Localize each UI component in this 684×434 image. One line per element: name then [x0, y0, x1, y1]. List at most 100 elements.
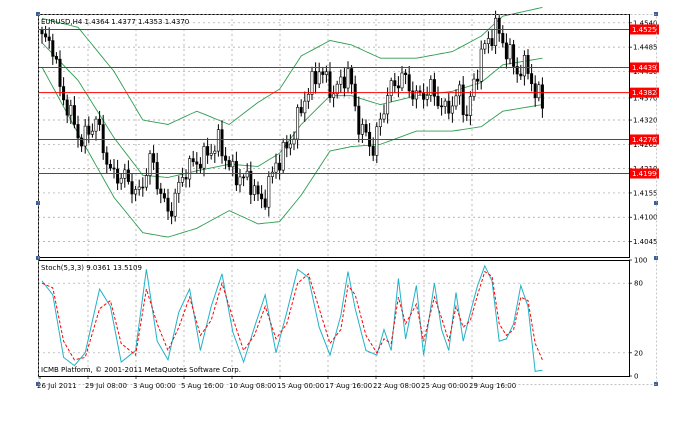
time-tick-label: 5 Aug 16:00 [181, 382, 224, 390]
candle-body [422, 92, 426, 100]
candle-body [512, 44, 516, 67]
candle-body [242, 176, 246, 179]
candle-body [130, 181, 134, 195]
price-level-tag-label: 1.4382 [632, 89, 657, 97]
candle-body [94, 118, 98, 132]
candle-body [479, 48, 483, 82]
candle-body [137, 186, 141, 190]
candle-body [310, 71, 314, 95]
candle-body [155, 162, 159, 190]
candle-body [119, 177, 123, 184]
stoch-pane-title: Stoch(5,3,3) 9.0361 13.5109 [41, 264, 142, 272]
candle-body [144, 175, 148, 188]
candle-body [432, 79, 436, 97]
candle-body [321, 71, 325, 75]
price-level-tag-label: 1.4199 [632, 170, 657, 178]
candle-body [396, 85, 400, 89]
candle-body [454, 95, 458, 107]
candle-body [490, 38, 494, 46]
stoch-main-line [41, 264, 543, 372]
candle-body [166, 197, 170, 212]
candle-body [87, 125, 91, 135]
candle-body [537, 84, 541, 99]
time-tick-label: 15 Aug 00:00 [277, 382, 324, 390]
candle-body [112, 167, 116, 170]
price-tick-label: 1.4320 [633, 117, 658, 125]
candle-body [173, 192, 177, 217]
time-tick-label: 29 Jul 08:00 [85, 382, 127, 390]
candle-body [530, 73, 534, 84]
candle-body [497, 17, 501, 34]
stoch-pane-frame [38, 260, 630, 377]
candle-body [58, 58, 62, 87]
candle-body [501, 33, 505, 44]
candle-body [468, 96, 472, 116]
candle-body [440, 105, 444, 108]
resize-handle [36, 12, 40, 16]
candle-body [256, 185, 260, 195]
stoch-tick-label: 100 [634, 257, 647, 265]
candle-body [148, 153, 152, 176]
candle-body [184, 177, 188, 180]
chart-canvas: 1.45401.44851.44301.43701.43201.42651.42… [36, 6, 659, 390]
candle-body [245, 170, 249, 178]
candle-body [231, 161, 235, 168]
candle-body [508, 44, 512, 60]
candle-body [371, 146, 375, 156]
candle-body [465, 114, 469, 116]
resize-handle [36, 256, 40, 260]
candle-body [98, 118, 102, 125]
candle-body [278, 162, 282, 171]
candle-body [51, 40, 55, 57]
candle-body [328, 71, 332, 98]
price-tick-label: 1.4045 [633, 238, 658, 246]
candle-body [288, 143, 292, 149]
time-tick-label: 3 Aug 00:00 [133, 382, 176, 390]
main-pane-frame [38, 14, 630, 258]
candle-body [101, 124, 105, 154]
stoch-axis: 100 80 20 0 [629, 257, 647, 381]
resize-handle [654, 382, 658, 386]
candle-body [198, 163, 202, 169]
main-price-axis: 1.45401.44851.44301.43701.43201.42651.42… [629, 19, 658, 246]
candle-body [134, 189, 138, 195]
candle-body [346, 68, 350, 89]
candle-body [202, 146, 206, 169]
time-tick-label: 22 Aug 08:00 [373, 382, 420, 390]
candle-body [483, 43, 487, 50]
candle-body [389, 80, 393, 96]
resize-handle [654, 256, 658, 260]
candle-body [249, 170, 253, 195]
candle-body [382, 113, 386, 120]
candle-body [65, 99, 69, 116]
candle-body [267, 176, 271, 208]
time-tick-label: 10 Aug 08:00 [229, 382, 276, 390]
stoch-pane-grid [38, 260, 629, 376]
candle-body [519, 73, 523, 77]
candle-body [494, 17, 498, 46]
candle-body [238, 176, 242, 186]
bollinger-middle-line [41, 42, 543, 178]
time-tick-label: 17 Aug 16:00 [325, 382, 372, 390]
time-axis: 26 Jul 2011 29 Jul 08:00 3 Aug 00:00 5 Aug … [37, 376, 516, 390]
bollinger-bands [41, 6, 543, 238]
candle-body [400, 72, 404, 89]
price-level-tag-label: 1.4439 [632, 64, 657, 72]
candle-body [425, 95, 429, 100]
candle-body [317, 71, 321, 85]
copyright-text: ICMB Platform, © 2001-2011 MetaQuotes So… [41, 366, 241, 374]
candle-body [285, 141, 289, 149]
candle-body [364, 124, 368, 133]
candle-body [353, 83, 357, 107]
price-tick-label: 1.4100 [633, 214, 658, 222]
time-tick-label: 29 Aug 16:00 [469, 382, 516, 390]
candle-body [342, 76, 346, 89]
candle-body [270, 171, 274, 177]
candle-body [195, 161, 199, 165]
candle-body [504, 42, 508, 60]
candle-body [159, 188, 163, 194]
candle-body [436, 95, 440, 107]
candle-body [141, 186, 145, 189]
candle-body [407, 74, 411, 92]
candle-body [191, 158, 195, 163]
